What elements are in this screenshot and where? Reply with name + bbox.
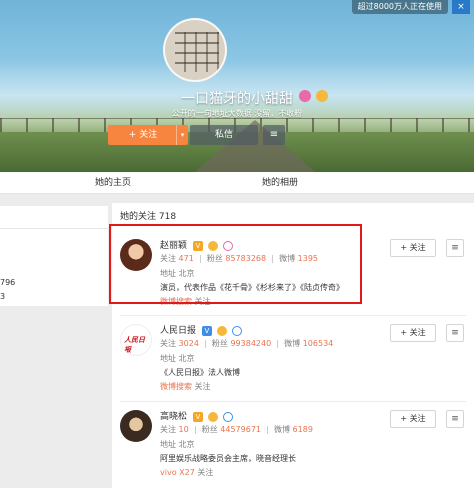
profile-avatar[interactable]: [163, 18, 227, 82]
people-daily-logo: 人民日报: [124, 336, 145, 354]
profile-bio: 公开的一句地址大数据 没留，不收粉: [0, 108, 474, 119]
follow-source: vivo X27 关注: [160, 467, 213, 478]
profile-badges: [241, 90, 328, 102]
verified-icon: V: [201, 325, 212, 336]
list-item: 人民日报 人民日报 V 关注 3024 粉丝 99384240 微博 106534 …: [112, 318, 474, 398]
member-icon[interactable]: [315, 90, 328, 102]
message-button[interactable]: 私信: [190, 125, 258, 145]
profile-cover: [0, 0, 474, 172]
avatar[interactable]: [120, 410, 152, 442]
source-link[interactable]: 微博搜索: [160, 382, 192, 391]
address-label: 地址: [160, 440, 176, 449]
female-icon: [299, 90, 311, 102]
tab-home[interactable]: 她的主页: [95, 172, 131, 194]
user-name-row: 高晓松 V: [160, 409, 233, 422]
user-name[interactable]: 高晓松: [160, 412, 187, 422]
verified-icon: V: [192, 411, 203, 422]
weibo-count[interactable]: 6189: [293, 425, 313, 434]
user-stats: 关注 10 粉丝 44579671 微博 6189: [160, 424, 313, 435]
address-value: 北京: [178, 440, 195, 449]
follow-user-button[interactable]: + 关注: [390, 239, 436, 257]
user-name-row: 人民日报 V: [160, 323, 242, 336]
divider: [277, 339, 279, 348]
menu-icon[interactable]: ≡: [446, 239, 464, 257]
left-sidebar: 796 3: [0, 206, 108, 306]
fans-label: 粉丝: [211, 339, 228, 348]
user-description: 阿里娱乐战略委员会主席，晓音经理长: [160, 454, 296, 463]
follow-source: 微博搜索 关注: [160, 381, 211, 392]
profile-bio-text: 公开的一句地址大数据: [171, 109, 252, 118]
close-icon[interactable]: ×: [452, 0, 470, 14]
user-name[interactable]: 人民日报: [160, 326, 196, 336]
profile-name: 一口猫牙的小甜甜: [181, 91, 293, 107]
following-count[interactable]: 3024: [179, 339, 199, 348]
user-address: 地址 北京: [160, 439, 195, 450]
user-stats: 关注 3024 粉丝 99384240 微博 106534: [160, 338, 333, 349]
divider: [267, 425, 268, 434]
profile-bio-right: 没留，不收粉: [254, 109, 303, 118]
fans-count[interactable]: 99384240: [230, 339, 271, 348]
menu-icon[interactable]: ≡: [263, 125, 285, 145]
following-label: 关注: [160, 425, 176, 434]
menu-icon[interactable]: ≡: [446, 324, 464, 342]
male-icon: [222, 411, 233, 422]
fans-label: 粉丝: [201, 425, 218, 434]
tab-album[interactable]: 她的相册: [262, 172, 298, 194]
member-icon: [207, 411, 218, 422]
male-icon: [231, 325, 242, 336]
follow-button[interactable]: + 关注: [108, 125, 178, 145]
follow-user-button[interactable]: + 关注: [390, 324, 436, 342]
profile-tabs: 她的主页 她的相册: [0, 172, 474, 194]
weibo-count[interactable]: 106534: [303, 339, 334, 348]
following-label: 关注: [160, 339, 176, 348]
avatar[interactable]: 人民日报: [120, 324, 152, 356]
menu-icon[interactable]: ≡: [446, 410, 464, 428]
user-description: 《人民日报》法人微博: [160, 368, 240, 377]
divider: [194, 425, 196, 434]
source-link[interactable]: vivo X27: [160, 468, 195, 477]
weibo-label: 微博: [284, 339, 301, 348]
avatar-pattern-2: [175, 32, 219, 72]
user-count-badge[interactable]: 超过8000万人正在使用: [351, 0, 448, 14]
address-value: 北京: [178, 354, 195, 363]
highlight-box: [109, 224, 362, 304]
following-title: 她的关注 718: [120, 212, 177, 222]
divider: [120, 315, 466, 316]
following-count[interactable]: 10: [179, 425, 189, 434]
divider: [0, 228, 108, 229]
user-address: 地址 北京: [160, 353, 195, 364]
member-icon: [216, 325, 227, 336]
divider: [120, 401, 466, 402]
fans-count[interactable]: 44579671: [220, 425, 261, 434]
follow-user-button[interactable]: + 关注: [390, 410, 436, 428]
source-suffix: 关注: [197, 468, 214, 477]
address-label: 地址: [160, 354, 176, 363]
chevron-down-icon[interactable]: ▾: [176, 125, 188, 145]
divider: [204, 339, 206, 348]
left-row-2: 3: [0, 292, 6, 301]
weibo-label: 微博: [274, 425, 290, 434]
list-item: 高晓松 V 关注 10 粉丝 44579671 微博 6189 地址 北京 阿里娱乐…: [112, 404, 474, 488]
source-suffix: 关注: [194, 382, 211, 391]
left-row-1: 796: [0, 278, 16, 287]
